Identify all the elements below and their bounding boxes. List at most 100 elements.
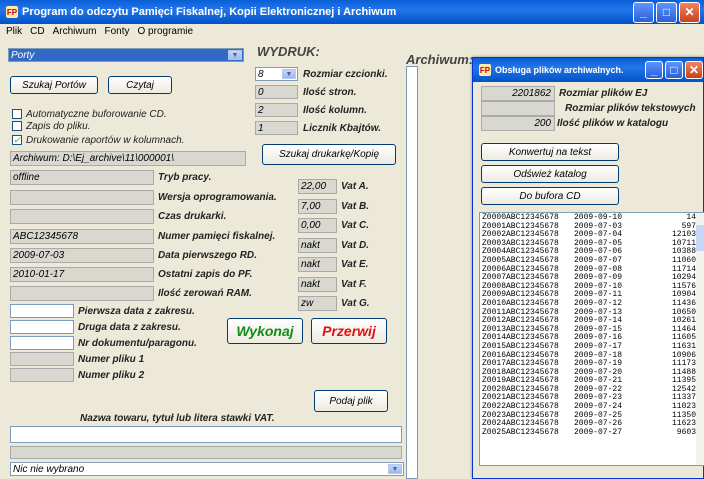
cols-label: Ilość kolumn. <box>303 105 367 116</box>
menu-plik[interactable]: Plik <box>6 26 22 37</box>
info-value: ABC12345678 <box>10 229 154 244</box>
vat-value: nakt <box>298 257 337 272</box>
archive-path: Archiwum: D:\Ej_archive\11\000001\ <box>10 151 246 166</box>
abort-button[interactable]: Przerwij <box>311 318 387 344</box>
info-value: 2010-01-17 <box>10 267 154 282</box>
scroll-thumb[interactable] <box>696 225 704 251</box>
app-icon: FP <box>6 6 18 18</box>
maximize-button[interactable]: □ <box>656 1 677 23</box>
txt-size-field <box>481 101 555 116</box>
info-value <box>10 209 154 224</box>
menu-archiwum[interactable]: Archiwum <box>53 26 97 37</box>
list-item[interactable]: Z0025ABC12345678 2009-07-27 9603 <box>482 427 698 438</box>
vat-label: Vat A. <box>341 181 369 192</box>
chk-print-columns[interactable]: ✓ Drukowanie raportów w kolumnach. <box>12 135 184 146</box>
pages-field: 0 <box>255 85 298 99</box>
select-file-button[interactable]: Podaj plik <box>314 390 388 412</box>
chevron-down-icon[interactable]: ▼ <box>388 464 402 474</box>
refresh-folder-button[interactable]: Odśwież katalog <box>481 165 619 183</box>
file-date: 2009-07-27 <box>574 427 623 437</box>
cols-field: 2 <box>255 103 298 117</box>
checkbox[interactable] <box>12 121 22 132</box>
vat-label: Vat G. <box>341 298 370 309</box>
info-label: Numer pamięci fiskalnej. <box>158 231 276 242</box>
ej-size-field: 2201862 <box>481 86 555 101</box>
checkmark-icon[interactable]: ✓ <box>12 135 22 146</box>
port-combo[interactable]: Porty ▼ <box>8 48 244 62</box>
info-label: Czas drukarki. <box>158 211 227 222</box>
vat-name-output <box>10 446 402 459</box>
minimize-button[interactable]: _ <box>645 61 663 79</box>
range-field[interactable] <box>10 368 74 382</box>
bottom-combo[interactable]: Nic nie wybrano ▼ <box>10 462 404 476</box>
vat-value: 22,00 <box>298 179 337 194</box>
close-button[interactable]: ✕ <box>679 1 700 23</box>
vat-value: nakt <box>298 276 337 292</box>
info-label: Ostatni zapis do PF. <box>158 269 253 280</box>
ej-size-label: Rozmiar plików EJ <box>559 88 648 99</box>
chevron-down-icon[interactable]: ▼ <box>282 69 296 79</box>
menubar: Plik CD Archiwum Fonty O programie <box>0 24 704 38</box>
close-button[interactable]: ✕ <box>685 61 703 79</box>
menu-cd[interactable]: CD <box>30 26 44 37</box>
font-size-label: Rozmiar czcionki. <box>303 69 388 80</box>
file-list[interactable]: Z0000ABC12345678 2009-09-10 14 Z0001ABC1… <box>479 212 704 466</box>
archive-window: FP Obsługa plików archiwalnych. _ □ ✕ 22… <box>472 57 704 479</box>
chk-auto-buffer[interactable]: Automatyczne buforowanie CD. <box>12 109 167 120</box>
maximize-button[interactable]: □ <box>665 61 683 79</box>
convert-text-button[interactable]: Konwertuj na tekst <box>481 143 619 161</box>
file-name: Z0025ABC12345678 <box>482 427 559 437</box>
read-button[interactable]: Czytaj <box>108 76 172 94</box>
search-ports-button[interactable]: Szukaj Portów <box>10 76 98 94</box>
info-label: Ilość zerowań RAM. <box>158 288 252 299</box>
count-field: 200 <box>481 116 555 131</box>
range-field[interactable] <box>10 336 74 350</box>
vat-name-label: Nazwa towaru, tytuł lub litera stawki VA… <box>80 413 275 424</box>
kb-field: 1 <box>255 121 298 135</box>
pages-label: Ilość stron. <box>303 87 357 98</box>
minimize-button[interactable]: _ <box>633 1 654 23</box>
vat-label: Vat C. <box>341 220 369 231</box>
find-printer-button[interactable]: Szukaj drukarkę/Kopię <box>262 144 396 165</box>
range-field[interactable] <box>10 320 74 334</box>
kb-label: Licznik Kbajtów. <box>303 123 381 134</box>
scrollbar[interactable] <box>696 213 704 465</box>
vat-label: Vat E. <box>341 259 369 270</box>
info-value <box>10 190 154 205</box>
file-size: 9603 <box>676 427 696 437</box>
vat-value: 7,00 <box>298 198 337 214</box>
range-label: Numer pliku 2 <box>78 370 145 381</box>
count-label: Ilość plików w katalogu <box>557 118 669 129</box>
range-label: Nr dokumentu/paragonu. <box>78 338 197 349</box>
vat-name-input[interactable] <box>10 426 402 443</box>
chevron-down-icon[interactable]: ▼ <box>228 50 242 60</box>
font-size-combo[interactable]: 8 ▼ <box>255 67 298 81</box>
execute-button[interactable]: Wykonaj <box>227 318 303 344</box>
range-field[interactable] <box>10 304 74 318</box>
vat-value: nakt <box>298 237 337 253</box>
info-label: Data pierwszego RD. <box>158 250 257 261</box>
info-label: Tryb pracy. <box>158 172 212 183</box>
range-field[interactable] <box>10 352 74 366</box>
vat-label: Vat D. <box>341 239 369 251</box>
archive-titlebar: FP Obsługa plików archiwalnych. _ □ ✕ <box>473 58 703 82</box>
menu-fonty[interactable]: Fonty <box>104 26 129 37</box>
info-value: 2009-07-03 <box>10 248 154 263</box>
range-label: Pierwsza data z zakresu. <box>78 306 195 317</box>
to-cd-buffer-button[interactable]: Do bufora CD <box>481 187 619 205</box>
vat-label: Vat B. <box>341 200 369 212</box>
app-icon: FP <box>479 64 491 76</box>
vat-value: 0,00 <box>298 218 337 233</box>
archiwum-heading: Archiwum: <box>406 52 474 67</box>
main-titlebar: FP Program do odczytu Pamięci Fiskalnej,… <box>0 0 704 24</box>
main-title: Program do odczytu Pamięci Fiskalnej, Ko… <box>22 6 397 18</box>
archiwum-list[interactable] <box>406 66 418 479</box>
checkbox[interactable] <box>12 109 22 120</box>
txt-size-label: Rozmiar plików tekstowych <box>565 103 696 114</box>
wydruk-heading: WYDRUK: <box>257 44 320 59</box>
range-label: Numer pliku 1 <box>78 354 145 365</box>
menu-o-programie[interactable]: O programie <box>138 26 194 37</box>
range-label: Druga data z zakresu. <box>78 322 181 333</box>
info-label: Wersja oprogramowania. <box>158 192 277 203</box>
chk-save-file[interactable]: Zapis do pliku. <box>12 121 90 132</box>
